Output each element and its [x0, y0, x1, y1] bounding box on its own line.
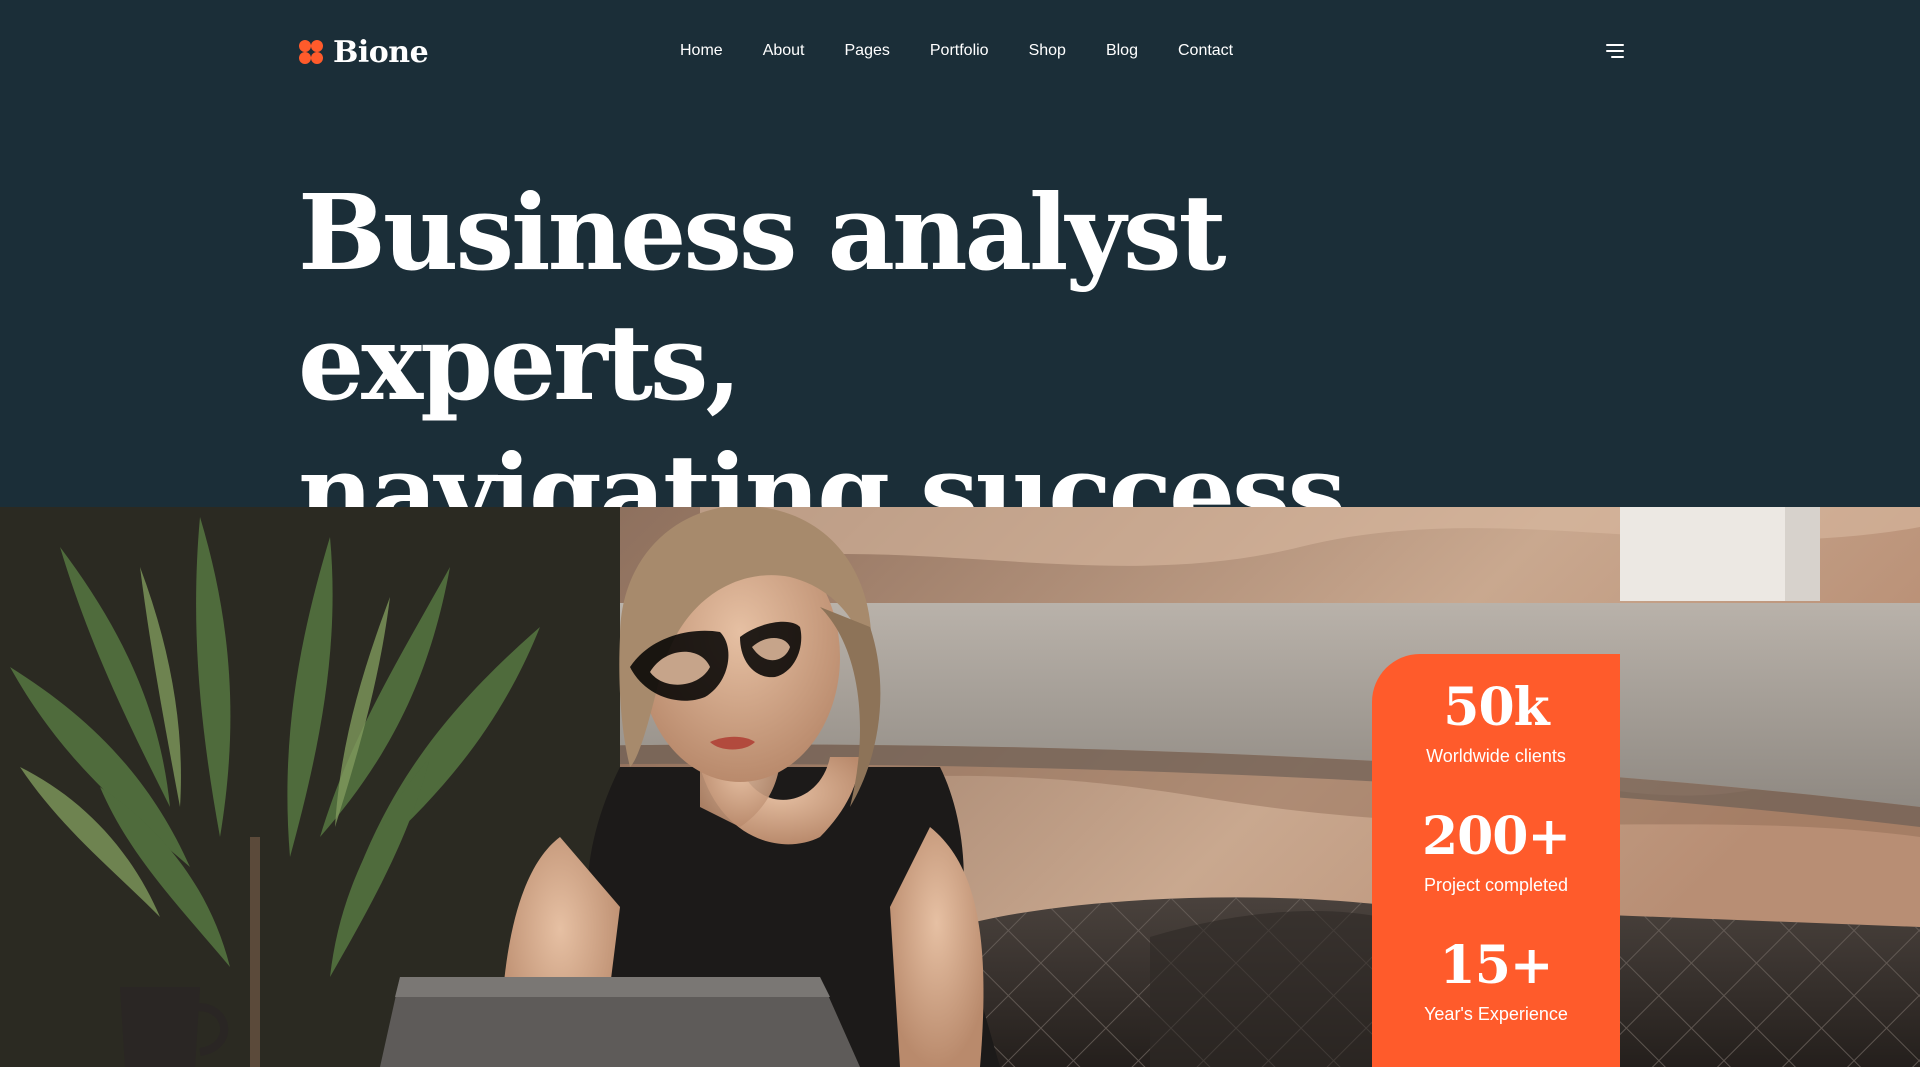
stat-label: Project completed	[1423, 875, 1569, 895]
stat-label: Year's Experience	[1424, 1004, 1568, 1024]
nav-item-shop[interactable]: Shop	[1029, 38, 1066, 64]
stat-clients: 50k Worldwide clients	[1372, 678, 1620, 768]
stat-value: 200+	[1421, 806, 1571, 867]
nav-item-pages[interactable]: Pages	[845, 38, 890, 64]
hero-title-line-1: Business analyst experts,	[298, 171, 1227, 424]
hero-title: Business analyst experts, navigating suc…	[298, 168, 1598, 558]
brand-logo[interactable]: Bione	[299, 30, 429, 74]
main-nav: Home About Pages Portfolio Shop Blog Con…	[680, 38, 1233, 64]
nav-item-portfolio[interactable]: Portfolio	[930, 38, 989, 64]
stat-label: Worldwide clients	[1426, 746, 1566, 766]
site-header: Bione Home About Pages Portfolio Shop Bl…	[0, 0, 1920, 102]
clover-icon	[299, 40, 323, 64]
hamburger-menu-icon[interactable]	[1600, 42, 1624, 62]
stats-card: 50k Worldwide clients 200+ Project compl…	[1372, 654, 1620, 1067]
stat-value: 15+	[1439, 935, 1554, 996]
stat-experience: 15+ Year's Experience	[1372, 936, 1620, 1026]
hero-photo-illustration	[0, 507, 1920, 1067]
nav-item-home[interactable]: Home	[680, 38, 723, 64]
stat-projects: 200+ Project completed	[1372, 807, 1620, 897]
nav-item-contact[interactable]: Contact	[1178, 38, 1233, 64]
hero-photo	[0, 507, 1920, 1067]
brand-name: Bione	[333, 34, 429, 70]
stat-value: 50k	[1443, 677, 1549, 738]
nav-item-about[interactable]: About	[763, 38, 805, 64]
nav-item-blog[interactable]: Blog	[1106, 38, 1138, 64]
